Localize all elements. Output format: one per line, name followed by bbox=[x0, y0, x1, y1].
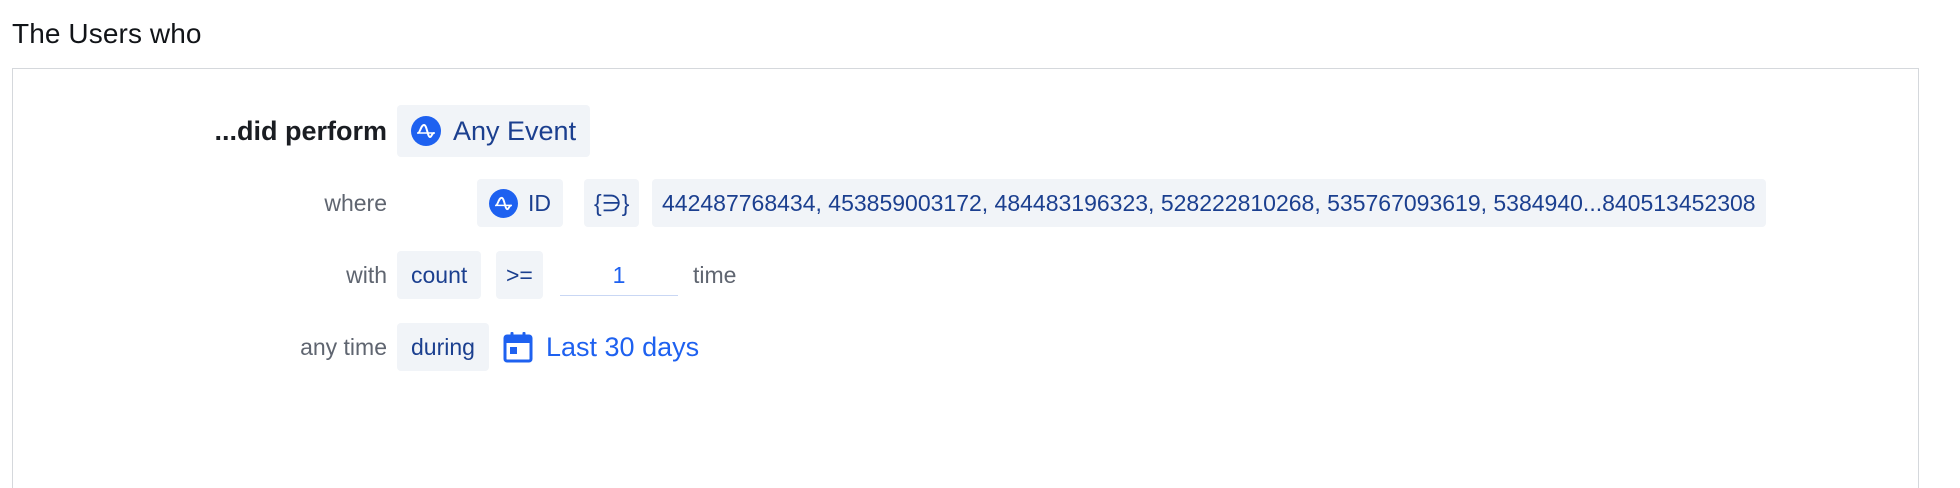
where-label: where bbox=[324, 190, 387, 216]
count-input[interactable] bbox=[560, 255, 678, 296]
performed-label: ...did perform bbox=[214, 116, 387, 146]
metric-selector[interactable]: count bbox=[397, 251, 482, 299]
property-values-selector[interactable]: 442487768434, 453859003172, 484483196323… bbox=[652, 179, 1766, 227]
amplitude-icon bbox=[489, 188, 518, 218]
event-name: Any Event bbox=[453, 115, 577, 146]
count-unit: time bbox=[693, 262, 737, 288]
with-row: with count >= time bbox=[13, 250, 1918, 300]
metric-value: count bbox=[411, 261, 468, 288]
event-selector[interactable]: Any Event bbox=[397, 105, 591, 157]
property-name: ID bbox=[528, 189, 551, 216]
property-values: 442487768434, 453859003172, 484483196323… bbox=[662, 189, 1756, 216]
comparator-selector[interactable]: >= bbox=[496, 251, 543, 299]
date-range-label: Last 30 days bbox=[546, 331, 700, 362]
operator-selector[interactable]: {∋} bbox=[584, 179, 640, 227]
calendar-icon bbox=[502, 330, 534, 364]
time-mode-selector[interactable]: during bbox=[397, 323, 489, 371]
with-label: with bbox=[346, 262, 387, 288]
comparator-value: >= bbox=[506, 261, 533, 288]
date-range-picker[interactable]: Last 30 days bbox=[502, 321, 699, 373]
time-mode-value: during bbox=[411, 333, 475, 360]
operator-value: {∋} bbox=[594, 189, 630, 216]
amplitude-icon bbox=[411, 116, 441, 146]
section-title: The Users who bbox=[12, 18, 202, 49]
time-row: any time during Last 30 days bbox=[13, 322, 1918, 372]
property-selector[interactable]: ID bbox=[477, 179, 563, 227]
time-label: any time bbox=[300, 334, 387, 360]
where-row: where ID {∋} 442487768434, 453859003172,… bbox=[13, 178, 1918, 228]
condition-panel: ...did perform Any Event where ID {∋} 44… bbox=[12, 68, 1919, 488]
performed-row: ...did perform Any Event bbox=[13, 105, 1918, 157]
